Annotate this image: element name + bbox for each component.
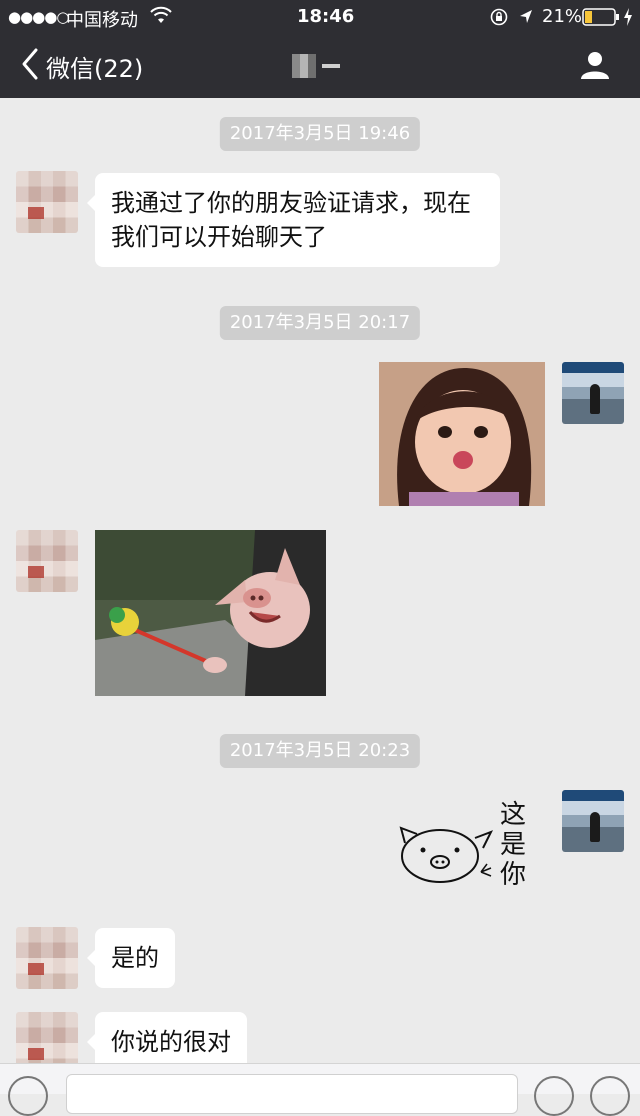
input-bar [0,1063,640,1116]
message-bubble[interactable]: 是的 [87,928,175,988]
lock-rotation-icon [490,8,508,30]
battery-percent: 21% [542,6,583,27]
status-time: 18:46 [297,6,355,27]
my-avatar[interactable] [562,790,624,852]
status-bar: ●●●●○ 中国移动 18:46 21% [0,0,640,34]
sticker-caption: 这是你 [500,800,527,890]
photo-message-girl[interactable] [379,362,545,506]
battery-icon [582,8,620,30]
timestamp: 2017年3月5日 20:17 [219,306,421,340]
friend-avatar[interactable] [16,171,78,233]
pig-photo [95,530,326,696]
name-dash [322,64,340,68]
message-input[interactable] [66,1074,518,1114]
friend-avatar[interactable] [16,530,78,592]
voice-icon[interactable] [8,1076,48,1116]
timestamp: 2017年3月5日 20:23 [219,734,421,768]
location-arrow-icon [518,8,534,30]
message-bubble[interactable]: 我通过了你的朋友验证请求，现在我们可以开始聊天了 [87,173,500,267]
friend-avatar[interactable] [16,927,78,989]
chat-area[interactable]: 2017年3月5日 19:46 我通过了你的朋友验证请求，现在我们可以开始聊天了… [0,98,640,1063]
photo-message-pig[interactable] [95,530,326,696]
contact-name [292,54,348,80]
back-chevron-icon [20,47,40,85]
contact-profile-icon[interactable] [580,50,610,84]
name-pixelated [292,54,316,78]
chat-header: 微信(22) [0,34,640,98]
signal-strength: ●●●●○ [8,8,69,26]
timestamp: 2017年3月5日 19:46 [219,117,421,151]
friend-avatar[interactable] [16,1012,78,1063]
plus-icon[interactable] [590,1076,630,1116]
sticker-message[interactable]: 这是你 [395,798,545,908]
girl-photo [379,362,545,506]
carrier-name: 中国移动 [66,10,138,31]
message-bubble[interactable]: 你说的很对 [87,1012,247,1063]
charging-icon [622,7,634,31]
my-avatar[interactable] [562,362,624,424]
back-label: 微信(22) [46,54,144,83]
wifi-icon [150,6,172,30]
back-button[interactable]: 微信(22) [20,48,143,84]
emoji-icon[interactable] [534,1076,574,1116]
